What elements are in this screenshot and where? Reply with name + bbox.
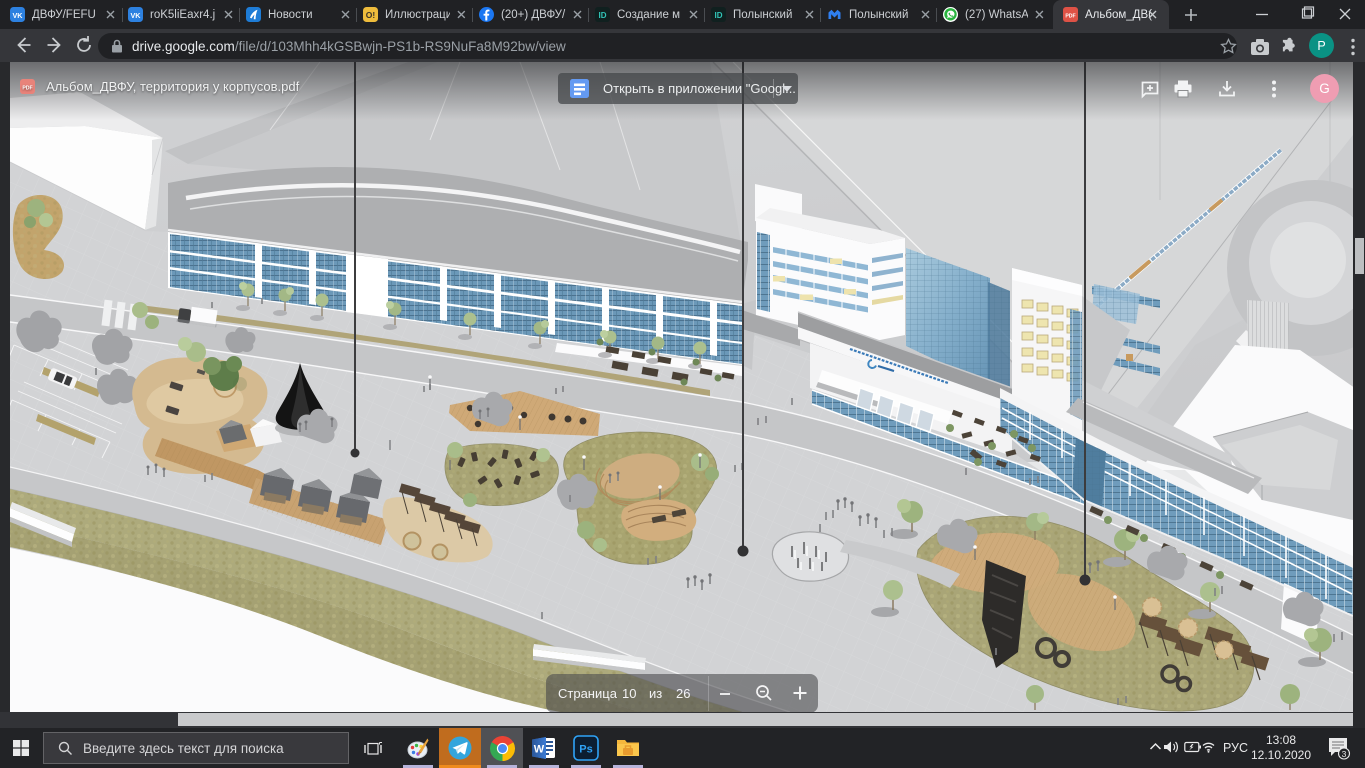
svg-text:W: W: [534, 744, 545, 756]
svg-text:3: 3: [1342, 749, 1347, 759]
svg-text:ID: ID: [715, 11, 723, 20]
svg-text:O!: O!: [366, 10, 376, 20]
svg-text:Ps: Ps: [579, 744, 592, 756]
svg-text:ID: ID: [599, 11, 607, 20]
svg-text:PDF: PDF: [1065, 14, 1075, 20]
svg-text:PDF: PDF: [22, 86, 32, 92]
